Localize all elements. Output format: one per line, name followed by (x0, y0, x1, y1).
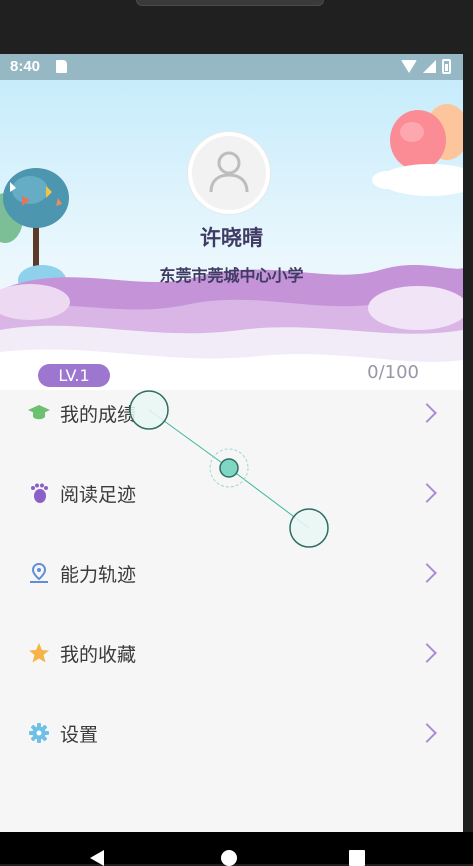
device-bezel-right (463, 54, 473, 832)
touch-gesture-overlay (129, 390, 329, 548)
device-speaker (136, 0, 324, 6)
app-screen: 8:40 许晓晴 东莞市莞城中心小学 LV.1 0/100 我的成绩 阅读足迹 … (0, 54, 463, 832)
device-bezel-top (0, 0, 473, 54)
system-nav-bar (0, 832, 473, 866)
